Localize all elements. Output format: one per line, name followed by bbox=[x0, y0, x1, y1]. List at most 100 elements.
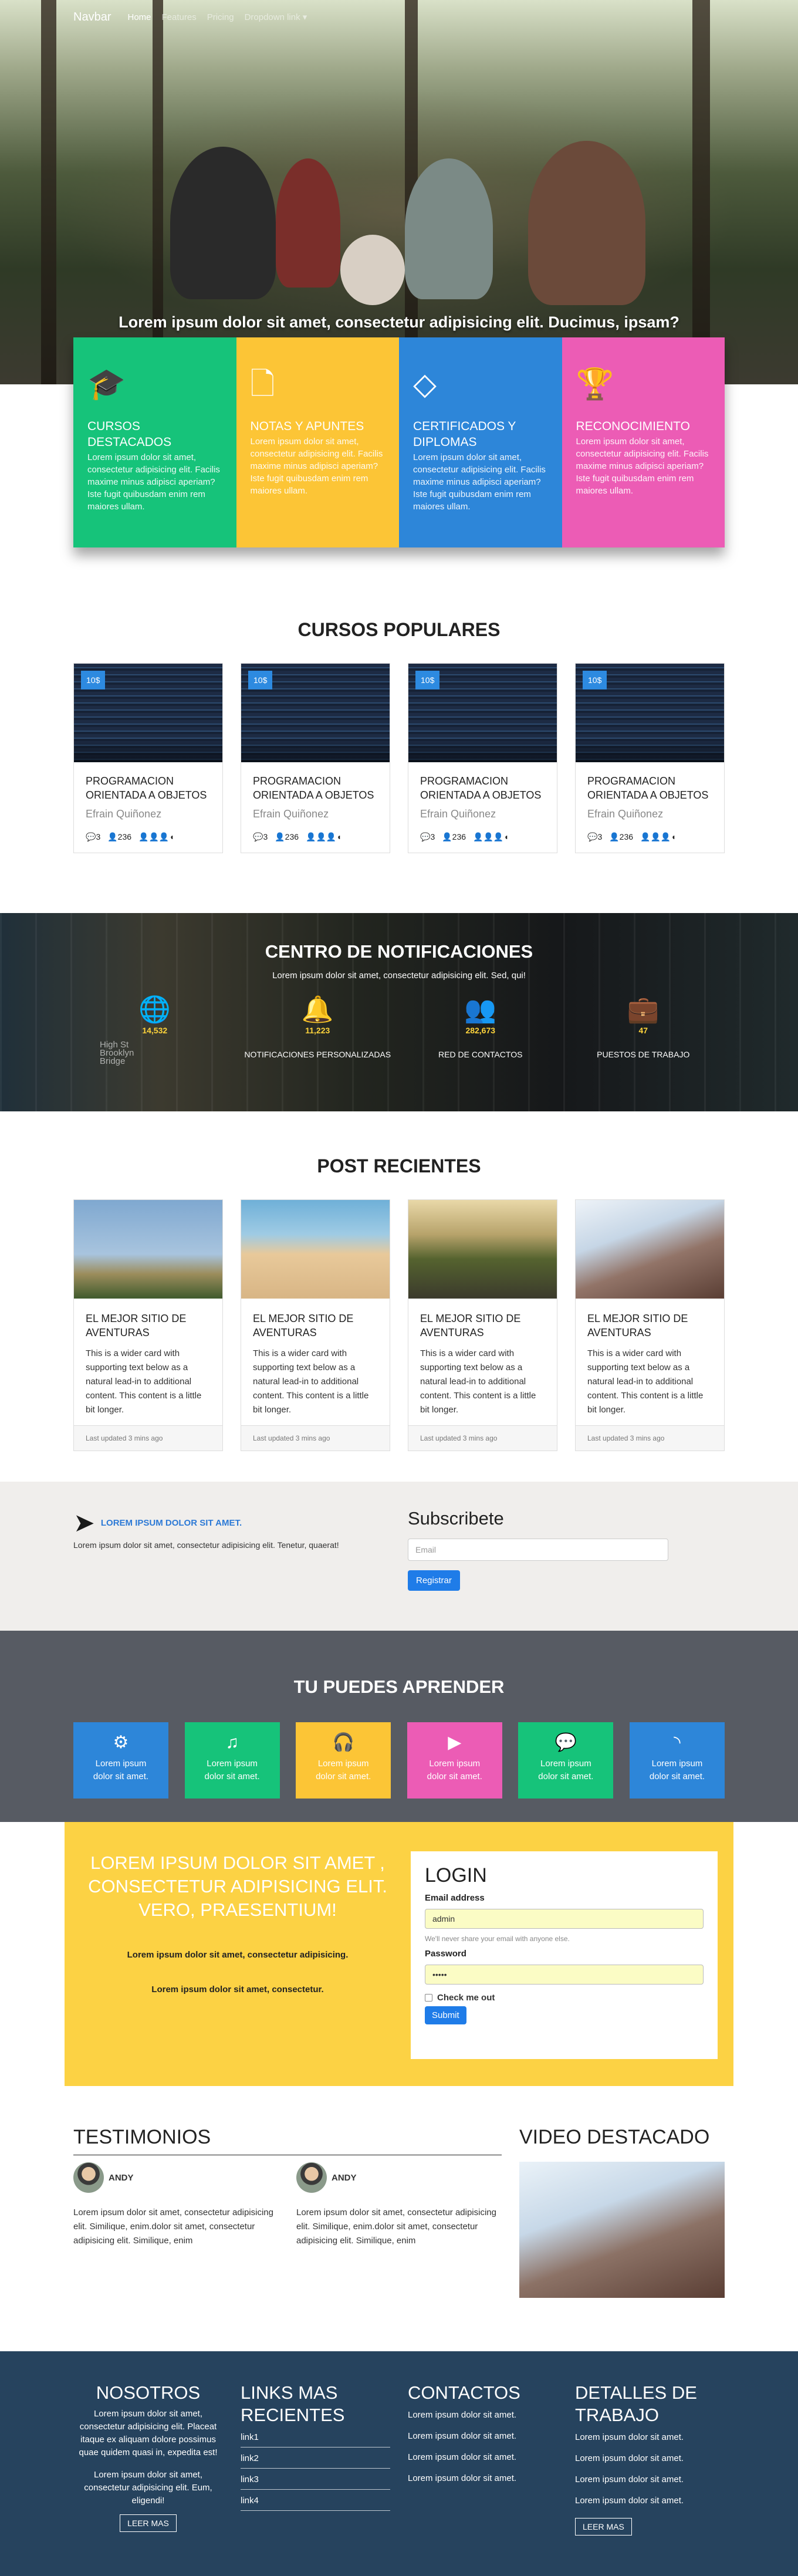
learn-tile[interactable]: 💬 Lorem ipsum dolor sit amet. bbox=[518, 1722, 614, 1799]
testimonial-text: Lorem ipsum dolor sit amet, consectetur … bbox=[296, 2207, 496, 2246]
course-meta: 💬3 👤236 👤👤👤◖ bbox=[420, 832, 545, 842]
post-card[interactable]: EL MEJOR SITIO DE AVENTURAS This is a wi… bbox=[73, 1199, 223, 1451]
posts-title: POST RECIENTES bbox=[317, 1155, 481, 1177]
check-me-out-checkbox[interactable] bbox=[425, 1994, 432, 2002]
diamond-icon: ◇ bbox=[413, 367, 437, 401]
learn-tile[interactable]: ◝ Lorem ipsum dolor sit amet. bbox=[629, 1722, 725, 1799]
course-title[interactable]: PROGRAMACION ORIENTADA A OBJETOS bbox=[253, 774, 378, 802]
course-card[interactable]: 10$ PROGRAMACION ORIENTADA A OBJETOS Efr… bbox=[575, 663, 725, 853]
rss-icon: ◝ bbox=[674, 1733, 681, 1752]
rating-icon: 👤👤👤◖ bbox=[473, 832, 509, 841]
course-author: Efrain Quiñonez bbox=[587, 808, 664, 820]
read-more-button[interactable]: LEER MAS bbox=[120, 2514, 177, 2532]
course-title[interactable]: PROGRAMACION ORIENTADA A OBJETOS bbox=[587, 774, 712, 802]
email-input[interactable]: Email bbox=[408, 1539, 668, 1561]
testimonial-name: ANDY bbox=[109, 2172, 134, 2183]
trophy-icon: 🏆 bbox=[576, 367, 614, 401]
post-updated: Last updated 3 mins ago bbox=[74, 1425, 222, 1451]
posts-section: POST RECIENTES EL MEJOR SITIO DE AVENTUR… bbox=[73, 1111, 725, 1451]
footer-contactos: CONTACTOS Lorem ipsum dolor sit amet. Lo… bbox=[408, 2382, 557, 2536]
post-image bbox=[74, 1200, 222, 1299]
notifications-title: CENTRO DE NOTIFICACIONES bbox=[265, 941, 533, 962]
post-title[interactable]: EL MEJOR SITIO DE AVENTURAS bbox=[253, 1311, 378, 1340]
post-card[interactable]: EL MEJOR SITIO DE AVENTURAS This is a wi… bbox=[408, 1199, 557, 1451]
stat-label: PUESTOS DE TRABAJO bbox=[597, 1050, 690, 1059]
footer-link[interactable]: link4 bbox=[241, 2490, 390, 2511]
hero-banner: Lorem ipsum dolor sit amet, consectetur … bbox=[0, 0, 798, 384]
student-count: 236 bbox=[117, 832, 132, 841]
post-updated: Last updated 3 mins ago bbox=[408, 1425, 557, 1451]
notifications-subtitle: Lorem ipsum dolor sit amet, consectetur … bbox=[272, 971, 526, 981]
footer-link[interactable]: link2 bbox=[241, 2447, 390, 2469]
comment-count: 3 bbox=[96, 832, 101, 841]
stat-number: 282,673 bbox=[465, 1026, 496, 1035]
footer-link[interactable]: link3 bbox=[241, 2469, 390, 2490]
stat-item: 👥 282,673 RED DE CONTACTOS bbox=[399, 995, 562, 1061]
user-icon: 👤 bbox=[442, 832, 452, 841]
post-title[interactable]: EL MEJOR SITIO DE AVENTURAS bbox=[420, 1311, 545, 1340]
features-strip: 🎓 CURSOS DESTACADOS Lorem ipsum dolor si… bbox=[73, 337, 725, 547]
email-hint: We'll never share your email with anyone… bbox=[425, 1935, 570, 1943]
feature-card: 🏆 RECONOCIMIENTO Lorem ipsum dolor sit a… bbox=[562, 337, 725, 547]
login-headline: LOREM IPSUM DOLOR SIT AMET , CONSECTETUR… bbox=[88, 1852, 387, 1920]
post-text: This is a wider card with supporting tex… bbox=[587, 1348, 704, 1415]
learn-tile[interactable]: ▶ Lorem ipsum dolor sit amet. bbox=[407, 1722, 502, 1799]
nav-dropdown-link[interactable]: Dropdown link ▾ bbox=[245, 12, 307, 22]
course-card[interactable]: 10$ PROGRAMACION ORIENTADA A OBJETOS Efr… bbox=[408, 663, 557, 853]
course-title[interactable]: PROGRAMACION ORIENTADA A OBJETOS bbox=[86, 774, 211, 802]
job-item: Lorem ipsum dolor sit amet. bbox=[575, 2474, 684, 2484]
course-image: 10$ bbox=[576, 664, 724, 762]
feature-title: CERTIFICADOS Y DIPLOMAS bbox=[413, 420, 516, 449]
comment-icon: 💬 bbox=[253, 832, 263, 841]
footer-link[interactable]: link1 bbox=[241, 2426, 390, 2447]
password-label: Password bbox=[425, 1949, 466, 1959]
footer-title: CONTACTOS bbox=[408, 2382, 520, 2403]
post-image bbox=[241, 1200, 390, 1299]
learn-title: TU PUEDES APRENDER bbox=[293, 1676, 505, 1697]
tile-text: Lorem ipsum dolor sit amet. bbox=[427, 1759, 482, 1781]
footer: NOSOTROS Lorem ipsum dolor sit amet, con… bbox=[0, 2351, 798, 2576]
password-field[interactable]: ••••• bbox=[425, 1965, 704, 1985]
learn-tile[interactable]: ⚙ Lorem ipsum dolor sit amet. bbox=[73, 1722, 168, 1799]
post-title[interactable]: EL MEJOR SITIO DE AVENTURAS bbox=[86, 1311, 211, 1340]
stat-item: 💼 47 PUESTOS DE TRABAJO bbox=[562, 995, 725, 1061]
notifications-section: High St Brooklyn Bridge CENTRO DE NOTIFICA… bbox=[0, 913, 798, 1111]
course-card[interactable]: 10$ PROGRAMACION ORIENTADA A OBJETOS Efr… bbox=[241, 663, 390, 853]
testimonial: ANDY Lorem ipsum dolor sit amet, consect… bbox=[73, 2162, 279, 2248]
submit-button[interactable]: Submit bbox=[425, 2006, 466, 2024]
course-card[interactable]: 10$ PROGRAMACION ORIENTADA A OBJETOS Efr… bbox=[73, 663, 223, 853]
footer-title: NOSOTROS bbox=[96, 2382, 201, 2403]
post-card[interactable]: EL MEJOR SITIO DE AVENTURAS This is a wi… bbox=[575, 1199, 725, 1451]
feature-card: 🎓 CURSOS DESTACADOS Lorem ipsum dolor si… bbox=[73, 337, 236, 547]
post-card[interactable]: EL MEJOR SITIO DE AVENTURAS This is a wi… bbox=[241, 1199, 390, 1451]
nav-link-home[interactable]: Home bbox=[127, 12, 151, 22]
register-button[interactable]: Registrar bbox=[408, 1570, 460, 1591]
feature-title: CURSOS DESTACADOS bbox=[87, 420, 172, 449]
login-section: LOREM IPSUM DOLOR SIT AMET , CONSECTETUR… bbox=[0, 1822, 798, 2086]
user-icon: 👤 bbox=[107, 832, 118, 841]
comment-count: 3 bbox=[597, 832, 603, 841]
course-title[interactable]: PROGRAMACION ORIENTADA A OBJETOS bbox=[420, 774, 545, 802]
course-meta: 💬3 👤236 👤👤👤◖ bbox=[253, 832, 378, 842]
feature-card: 🗋 NOTAS Y APUNTES Lorem ipsum dolor sit … bbox=[236, 337, 399, 547]
course-image: 10$ bbox=[74, 664, 222, 762]
learn-tile[interactable]: ♫ Lorem ipsum dolor sit amet. bbox=[184, 1722, 280, 1799]
course-meta: 💬3 👤236 👤👤👤◖ bbox=[587, 832, 712, 842]
stat-number: 47 bbox=[638, 1026, 648, 1035]
learn-tile[interactable]: 🎧 Lorem ipsum dolor sit amet. bbox=[296, 1722, 391, 1799]
subscribe-title: Subscribete bbox=[408, 1508, 504, 1529]
post-title[interactable]: EL MEJOR SITIO DE AVENTURAS bbox=[587, 1311, 712, 1340]
course-meta: 💬3 👤236 👤👤👤◖ bbox=[86, 832, 211, 842]
tile-text: Lorem ipsum dolor sit amet. bbox=[649, 1759, 705, 1781]
testimonials-title: TESTIMONIOS bbox=[73, 2126, 502, 2155]
feature-card: ◇ CERTIFICADOS Y DIPLOMAS Lorem ipsum do… bbox=[399, 337, 562, 547]
avatar bbox=[296, 2162, 327, 2193]
read-more-button[interactable]: LEER MAS bbox=[575, 2518, 632, 2536]
student-count: 236 bbox=[452, 832, 466, 841]
nav-link-features[interactable]: Features bbox=[162, 12, 197, 22]
nav-link-pricing[interactable]: Pricing bbox=[207, 12, 234, 22]
featured-video[interactable] bbox=[519, 2162, 725, 2298]
email-field[interactable]: admin bbox=[425, 1909, 704, 1929]
navbar-brand[interactable]: Navbar bbox=[73, 11, 111, 24]
price-badge: 10$ bbox=[583, 671, 607, 689]
